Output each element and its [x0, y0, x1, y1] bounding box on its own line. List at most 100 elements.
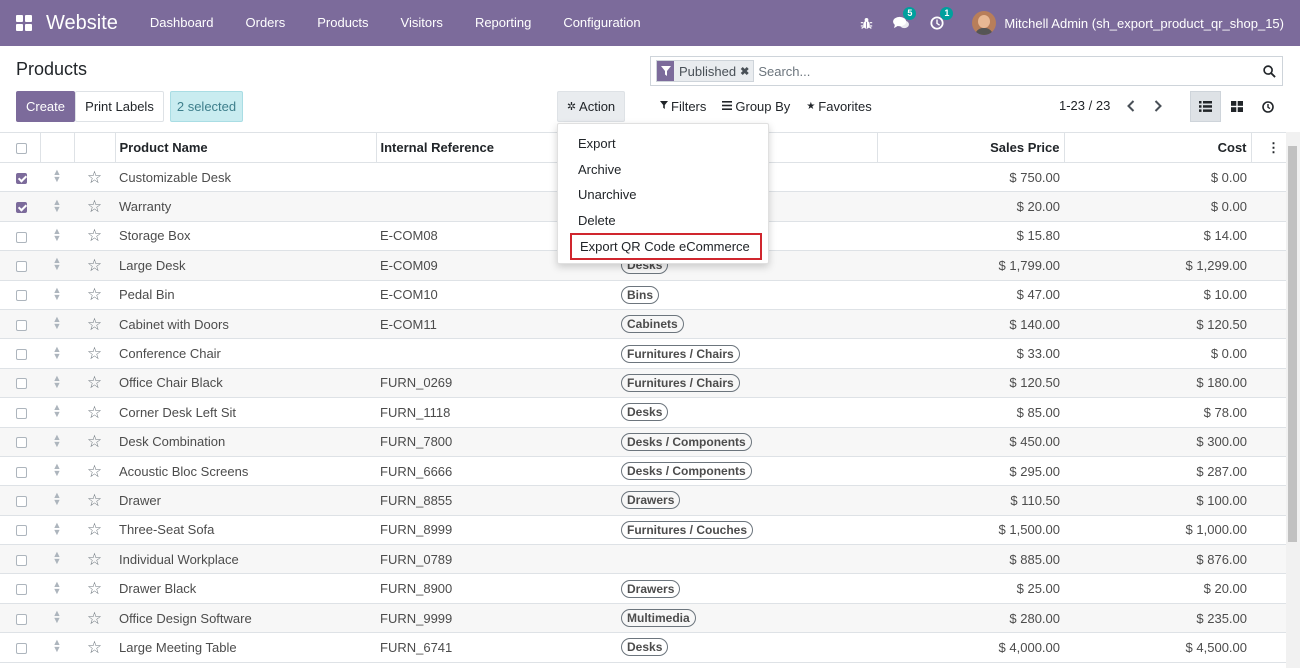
internal-reference-cell[interactable]: FURN_8999 [376, 515, 617, 546]
sales-price-cell[interactable]: $ 280.00 [877, 603, 1064, 634]
row-favorite-cell[interactable]: ☆ [74, 221, 115, 252]
row-checkbox[interactable] [16, 378, 27, 390]
favorite-star-icon[interactable]: ☆ [87, 344, 102, 363]
table-row[interactable]: ▲ ▼ ☆ Large Meeting Table FURN_6741 Desks $ 4,… [0, 632, 1286, 663]
product-name-cell[interactable]: Drawer Black [115, 573, 376, 604]
sales-price-cell[interactable]: $ 85.00 [877, 397, 1064, 428]
menu-orders[interactable]: Orders [230, 0, 302, 46]
select-all-checkbox[interactable] [16, 143, 27, 155]
cost-cell[interactable]: $ 78.00 [1064, 397, 1251, 428]
row-handle-cell[interactable]: ▲ ▼ [40, 427, 74, 457]
row-select-cell[interactable] [0, 250, 40, 281]
row-favorite-cell[interactable]: ☆ [74, 338, 115, 369]
row-favorite-cell[interactable]: ☆ [74, 544, 115, 575]
row-favorite-cell[interactable]: ☆ [74, 456, 115, 487]
row-handle-cell[interactable]: ▲ ▼ [40, 515, 74, 546]
sales-price-cell[interactable]: $ 140.00 [877, 309, 1064, 340]
drag-handle-icon[interactable]: ▲ ▼ [53, 285, 62, 301]
sales-price-cell[interactable]: $ 47.00 [877, 280, 1064, 310]
bug-icon[interactable] [860, 17, 873, 30]
sales-price-cell[interactable]: $ 4,000.00 [877, 632, 1064, 663]
product-name-cell[interactable]: Cabinet with Doors [115, 309, 376, 340]
row-favorite-cell[interactable]: ☆ [74, 485, 115, 516]
row-select-cell[interactable] [0, 632, 40, 663]
cost-cell[interactable]: $ 4,500.00 [1064, 632, 1251, 663]
internal-reference-cell[interactable]: FURN_8855 [376, 485, 617, 516]
sales-price-cell[interactable]: $ 20.00 [877, 191, 1064, 222]
table-row[interactable]: ▲ ▼ ☆ Pedal Bin E-COM10 Bins $ 47.00 $ 10.00 [0, 280, 1286, 310]
row-select-cell[interactable] [0, 456, 40, 487]
menu-reporting[interactable]: Reporting [459, 0, 547, 46]
kanban-view-icon[interactable] [1221, 91, 1252, 122]
row-select-cell[interactable] [0, 427, 40, 457]
sales-price-cell[interactable]: $ 885.00 [877, 544, 1064, 575]
favorite-star-icon[interactable]: ☆ [87, 550, 102, 569]
app-brand[interactable]: Website [46, 12, 118, 35]
favorite-star-icon[interactable]: ☆ [87, 462, 102, 481]
product-name-cell[interactable]: Drawer [115, 485, 376, 516]
drag-handle-icon[interactable]: ▲ ▼ [53, 491, 62, 507]
cost-cell[interactable]: $ 1,000.00 [1064, 515, 1251, 546]
sales-price-cell[interactable]: $ 110.50 [877, 485, 1064, 516]
cost-cell[interactable]: $ 0.00 [1064, 162, 1251, 193]
internal-reference-cell[interactable]: E-COM10 [376, 280, 617, 310]
favorite-star-icon[interactable]: ☆ [87, 226, 102, 245]
favorite-star-icon[interactable]: ☆ [87, 168, 102, 187]
product-name-cell[interactable]: Customizable Desk [115, 162, 376, 193]
row-checkbox[interactable] [16, 202, 27, 214]
row-handle-cell[interactable]: ▲ ▼ [40, 397, 74, 428]
menu-visitors[interactable]: Visitors [385, 0, 459, 46]
action-export-qr-code-ecommerce[interactable]: Export QR Code eCommerce [570, 233, 762, 260]
table-row[interactable]: ▲ ▼ ☆ Corner Desk Left Sit FURN_1118 Desks $ 8… [0, 397, 1286, 428]
sales-price-cell[interactable]: $ 15.80 [877, 221, 1064, 252]
row-checkbox[interactable] [16, 231, 27, 243]
select-all-cell[interactable] [0, 132, 40, 163]
scrollbar-thumb[interactable] [1288, 146, 1297, 542]
row-favorite-cell[interactable]: ☆ [74, 515, 115, 546]
row-favorite-cell[interactable]: ☆ [74, 573, 115, 604]
cost-cell[interactable]: $ 100.00 [1064, 485, 1251, 516]
column-product-name[interactable]: Product Name [114, 132, 376, 163]
favorite-star-icon[interactable]: ☆ [87, 403, 102, 422]
favorite-star-icon[interactable]: ☆ [87, 285, 102, 304]
row-favorite-cell[interactable]: ☆ [74, 191, 115, 222]
filters-button[interactable]: Filters [650, 99, 712, 114]
create-button[interactable]: Create [16, 91, 75, 122]
column-cost[interactable]: Cost [1063, 132, 1251, 163]
drag-handle-icon[interactable]: ▲ ▼ [53, 432, 62, 448]
product-name-cell[interactable]: Acoustic Bloc Screens [115, 456, 376, 487]
cost-cell[interactable]: $ 0.00 [1064, 191, 1251, 222]
drag-handle-icon[interactable]: ▲ ▼ [53, 550, 62, 566]
sales-price-cell[interactable]: $ 750.00 [877, 162, 1064, 193]
table-row[interactable]: ▲ ▼ ☆ Acoustic Bloc Screens FURN_6666 Desks /… [0, 456, 1286, 487]
favorite-star-icon[interactable]: ☆ [87, 432, 102, 451]
product-category-cell[interactable]: Multimedia [617, 603, 877, 634]
favorite-star-icon[interactable]: ☆ [87, 579, 102, 598]
optional-columns-cell[interactable]: ⋮ [1250, 132, 1286, 163]
row-handle-cell[interactable]: ▲ ▼ [40, 485, 74, 516]
row-checkbox[interactable] [16, 437, 27, 449]
favorite-star-icon[interactable]: ☆ [87, 609, 102, 628]
drag-handle-icon[interactable]: ▲ ▼ [53, 197, 62, 213]
favorite-star-icon[interactable]: ☆ [87, 315, 102, 334]
row-checkbox[interactable] [16, 525, 27, 537]
product-name-cell[interactable]: Large Desk [115, 250, 376, 281]
sales-price-cell[interactable]: $ 120.50 [877, 368, 1064, 399]
row-select-cell[interactable] [0, 338, 40, 369]
product-name-cell[interactable]: Pedal Bin [115, 280, 376, 310]
cost-cell[interactable]: $ 300.00 [1064, 427, 1251, 457]
row-checkbox[interactable] [16, 172, 27, 184]
cost-cell[interactable]: $ 876.00 [1064, 544, 1251, 575]
cost-cell[interactable]: $ 235.00 [1064, 603, 1251, 634]
drag-handle-icon[interactable]: ▲ ▼ [53, 520, 62, 536]
cost-cell[interactable]: $ 180.00 [1064, 368, 1251, 399]
internal-reference-cell[interactable]: FURN_6741 [376, 632, 617, 663]
product-name-cell[interactable]: Office Chair Black [115, 368, 376, 399]
row-checkbox[interactable] [16, 466, 27, 478]
print-labels-button[interactable]: Print Labels [75, 91, 164, 122]
internal-reference-cell[interactable]: FURN_0789 [376, 544, 617, 575]
cost-cell[interactable]: $ 1,299.00 [1064, 250, 1251, 281]
row-favorite-cell[interactable]: ☆ [74, 309, 115, 340]
internal-reference-cell[interactable]: FURN_7800 [376, 427, 617, 457]
row-checkbox[interactable] [16, 643, 27, 654]
